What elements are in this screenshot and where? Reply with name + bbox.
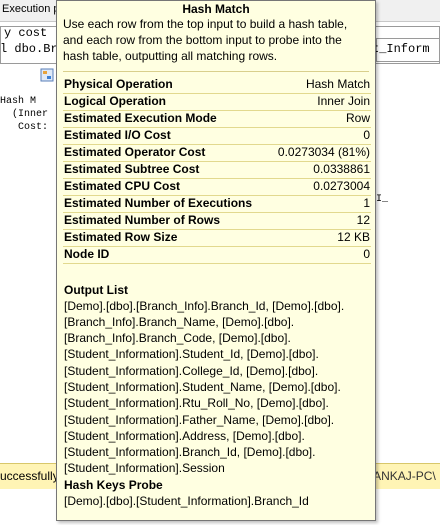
property-key: Estimated Operator Cost <box>63 144 270 162</box>
output-list-line: [Student_Information].Rtu_Roll_No, [Demo… <box>64 396 329 411</box>
output-list-line: [Student_Information].Address, [Demo].[d… <box>64 428 305 443</box>
hash-match-node-icon[interactable] <box>40 68 54 82</box>
property-key: Physical Operation <box>63 76 270 94</box>
property-value: 0.0338861 <box>269 161 371 179</box>
property-row: Node ID 0 <box>63 246 371 264</box>
tooltip-title: Hash Match <box>182 2 250 16</box>
property-value: Hash Match <box>269 76 371 94</box>
plan-node-cost: Cost: <box>18 122 49 133</box>
property-row: Estimated Operator Cost 0.0273034 (81%) <box>63 144 371 162</box>
status-message: uccessfully <box>0 469 59 483</box>
query-text-right: t_Inform <box>372 42 430 56</box>
tooltip-description: Use each row from the top input to build… <box>63 17 348 63</box>
property-key: Logical Operation <box>63 93 270 111</box>
output-list-line: [Student_Information].Father_Name, [Demo… <box>64 412 335 427</box>
output-list-line: [Student_Information].Student_Id, [Demo]… <box>64 347 319 362</box>
output-list-line: [Branch_Info].Branch_Code, [Demo].[dbo]. <box>64 331 291 346</box>
server-name: PANKAJ-PC\ <box>366 469 436 483</box>
output-list-line: [Student_Information].Student_Name, [Dem… <box>64 379 341 394</box>
property-value: 12 KB <box>269 229 371 247</box>
property-row: Estimated Number of Executions 1 <box>63 195 371 213</box>
property-value: Row <box>269 110 371 128</box>
property-key: Node ID <box>63 246 270 264</box>
property-value: 0 <box>269 246 371 264</box>
output-list-title: Output List <box>64 282 128 297</box>
property-key: Estimated CPU Cost <box>63 178 270 196</box>
query-cost-text: y cost <box>4 26 48 40</box>
tooltip-separator <box>63 71 369 72</box>
output-list: [Demo].[dbo].[Branch_Info].Branch_Id, [D… <box>57 298 375 477</box>
property-row: Estimated Execution Mode Row <box>63 110 371 128</box>
property-key: Estimated Number of Rows <box>63 212 270 230</box>
property-value: 0.0273034 (81%) <box>269 144 371 162</box>
execution-plan-tab[interactable]: Execution pl <box>2 3 62 15</box>
property-row: Physical Operation Hash Match <box>63 76 371 94</box>
property-value: 0.0273004 <box>269 178 371 196</box>
plan-node-label: Hash M <box>0 96 37 107</box>
output-list-line: [Branch_Info].Branch_Name, [Demo].[dbo]. <box>64 314 295 329</box>
property-row: Estimated Number of Rows 12 <box>63 212 371 230</box>
property-key: Estimated Subtree Cost <box>63 161 270 179</box>
property-value: 0 <box>269 127 371 145</box>
property-value: Inner Join <box>269 93 371 111</box>
property-row: Logical Operation Inner Join <box>63 93 371 111</box>
property-row: Estimated Row Size 12 KB <box>63 229 371 247</box>
property-value: 12 <box>269 212 371 230</box>
hash-keys-probe-value: [Demo].[dbo].[Student_Information].Branc… <box>64 493 309 508</box>
property-value: 1 <box>269 195 371 213</box>
property-row: Estimated CPU Cost 0.0273004 <box>63 178 371 196</box>
properties-table: Physical Operation Hash Match Logical Oper… <box>63 76 371 264</box>
property-key: Estimated I/O Cost <box>63 127 270 145</box>
output-list-line: [Student_Information].Session <box>64 461 225 476</box>
query-text: l dbo.Br <box>0 42 58 56</box>
property-key: Estimated Execution Mode <box>63 110 270 128</box>
property-row: Estimated I/O Cost 0 <box>63 127 371 145</box>
operator-tooltip: Hash Match Use each row from the top inp… <box>56 0 376 521</box>
output-list-line: [Student_Information].Branch_Id, [Demo].… <box>64 445 316 460</box>
output-list-line: [Student_Information].College_Id, [Demo]… <box>64 363 319 378</box>
property-key: Estimated Number of Executions <box>63 195 270 213</box>
property-row: Estimated Subtree Cost 0.0338861 <box>63 161 371 179</box>
hash-keys-probe-title: Hash Keys Probe <box>64 477 163 492</box>
plan-node-join-type: (Inner <box>12 109 49 120</box>
property-key: Estimated Row Size <box>63 229 270 247</box>
plan-node-marker: I_ <box>376 194 389 205</box>
output-list-line: [Demo].[dbo].[Branch_Info].Branch_Id, [D… <box>64 298 345 313</box>
